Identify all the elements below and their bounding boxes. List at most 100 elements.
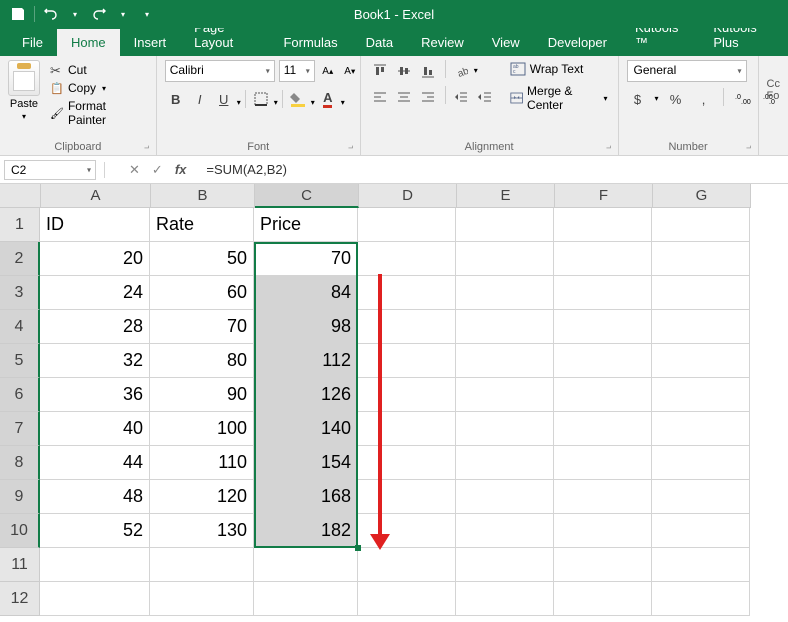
cell-c8[interactable]: 154 [254, 446, 358, 480]
row-header-12[interactable]: 12 [0, 582, 40, 616]
cut-button[interactable]: Cut [46, 62, 148, 78]
cell-a7[interactable]: 40 [40, 412, 150, 446]
cell-a9[interactable]: 48 [40, 480, 150, 514]
col-header-f[interactable]: F [555, 184, 653, 208]
col-header-b[interactable]: B [151, 184, 255, 208]
cell-g9[interactable] [652, 480, 750, 514]
select-all-corner[interactable] [0, 184, 41, 208]
row-header-8[interactable]: 8 [0, 446, 40, 480]
cell-b1[interactable]: Rate [150, 208, 254, 242]
cell-f9[interactable] [554, 480, 652, 514]
font-name-select[interactable]: Calibri [165, 60, 275, 82]
col-header-c[interactable]: C [255, 184, 359, 208]
cell-a6[interactable]: 36 [40, 378, 150, 412]
cell-g5[interactable] [652, 344, 750, 378]
cell-f11[interactable] [554, 548, 652, 582]
col-header-g[interactable]: G [653, 184, 751, 208]
cell-c2[interactable]: 70 [254, 242, 358, 276]
qat-customize[interactable]: ▾ [139, 6, 155, 22]
cell-d6[interactable] [358, 378, 456, 412]
cell-a12[interactable] [40, 582, 150, 616]
cell-f12[interactable] [554, 582, 652, 616]
cell-a3[interactable]: 24 [40, 276, 150, 310]
tab-formulas[interactable]: Formulas [269, 29, 351, 56]
cell-e12[interactable] [456, 582, 554, 616]
cell-b11[interactable] [150, 548, 254, 582]
cell-f6[interactable] [554, 378, 652, 412]
row-header-2[interactable]: 2 [0, 242, 40, 276]
cell-e3[interactable] [456, 276, 554, 310]
cell-b12[interactable] [150, 582, 254, 616]
cell-f3[interactable] [554, 276, 652, 310]
cell-f10[interactable] [554, 514, 652, 548]
name-box[interactable]: C2 [4, 160, 96, 180]
increase-font-button[interactable]: A▴ [319, 61, 337, 81]
undo-icon[interactable] [43, 6, 59, 22]
cell-c6[interactable]: 126 [254, 378, 358, 412]
cell-f7[interactable] [554, 412, 652, 446]
row-header-9[interactable]: 9 [0, 480, 40, 514]
cell-c12[interactable] [254, 582, 358, 616]
cell-e10[interactable] [456, 514, 554, 548]
align-bottom-button[interactable] [417, 60, 439, 82]
cell-b10[interactable]: 130 [150, 514, 254, 548]
cell-a2[interactable]: 20 [40, 242, 150, 276]
row-header-6[interactable]: 6 [0, 378, 40, 412]
cancel-formula-icon[interactable]: ✕ [129, 162, 140, 178]
cell-a10[interactable]: 52 [40, 514, 150, 548]
undo-dropdown[interactable]: ▾ [67, 6, 83, 22]
orientation-button[interactable]: ab [450, 60, 472, 82]
cell-e5[interactable] [456, 344, 554, 378]
align-left-button[interactable] [369, 86, 391, 108]
col-header-a[interactable]: A [41, 184, 151, 208]
cell-e6[interactable] [456, 378, 554, 412]
font-size-select[interactable]: 11 [279, 60, 315, 82]
cell-b2[interactable]: 50 [150, 242, 254, 276]
cell-a1[interactable]: ID [40, 208, 150, 242]
cell-d12[interactable] [358, 582, 456, 616]
cell-d1[interactable] [358, 208, 456, 242]
wrap-text-button[interactable]: abc Wrap Text [508, 60, 610, 78]
cell-e4[interactable] [456, 310, 554, 344]
fx-icon[interactable]: fx [175, 162, 187, 177]
align-center-button[interactable] [393, 86, 415, 108]
bold-button[interactable]: B [165, 88, 187, 110]
cell-c5[interactable]: 112 [254, 344, 358, 378]
tab-view[interactable]: View [478, 29, 534, 56]
align-top-button[interactable] [369, 60, 391, 82]
border-button[interactable] [250, 88, 272, 110]
cell-d9[interactable] [358, 480, 456, 514]
cell-e8[interactable] [456, 446, 554, 480]
cell-g3[interactable] [652, 276, 750, 310]
cell-g4[interactable] [652, 310, 750, 344]
italic-button[interactable]: I [189, 88, 211, 110]
number-format-select[interactable]: General [627, 60, 747, 82]
fill-color-button[interactable] [287, 88, 309, 110]
cell-g7[interactable] [652, 412, 750, 446]
cell-g6[interactable] [652, 378, 750, 412]
cell-d11[interactable] [358, 548, 456, 582]
cell-c1[interactable]: Price [254, 208, 358, 242]
tab-review[interactable]: Review [407, 29, 478, 56]
cell-c4[interactable]: 98 [254, 310, 358, 344]
redo-icon[interactable] [91, 6, 107, 22]
col-header-d[interactable]: D [359, 184, 457, 208]
cell-e2[interactable] [456, 242, 554, 276]
cell-g8[interactable] [652, 446, 750, 480]
formula-input[interactable]: =SUM(A2,B2) [206, 162, 287, 177]
cell-f8[interactable] [554, 446, 652, 480]
merge-center-button[interactable]: Merge & Center ▾ [508, 82, 610, 114]
cell-f5[interactable] [554, 344, 652, 378]
cell-g2[interactable] [652, 242, 750, 276]
increase-decimal-button[interactable]: .0.00 [732, 88, 754, 110]
save-icon[interactable] [10, 6, 26, 22]
cell-b7[interactable]: 100 [150, 412, 254, 446]
cell-g1[interactable] [652, 208, 750, 242]
align-middle-button[interactable] [393, 60, 415, 82]
cell-f2[interactable] [554, 242, 652, 276]
cell-b9[interactable]: 120 [150, 480, 254, 514]
decrease-font-button[interactable]: A▾ [341, 61, 359, 81]
decrease-indent-button[interactable] [450, 86, 472, 108]
col-header-e[interactable]: E [457, 184, 555, 208]
cell-f1[interactable] [554, 208, 652, 242]
